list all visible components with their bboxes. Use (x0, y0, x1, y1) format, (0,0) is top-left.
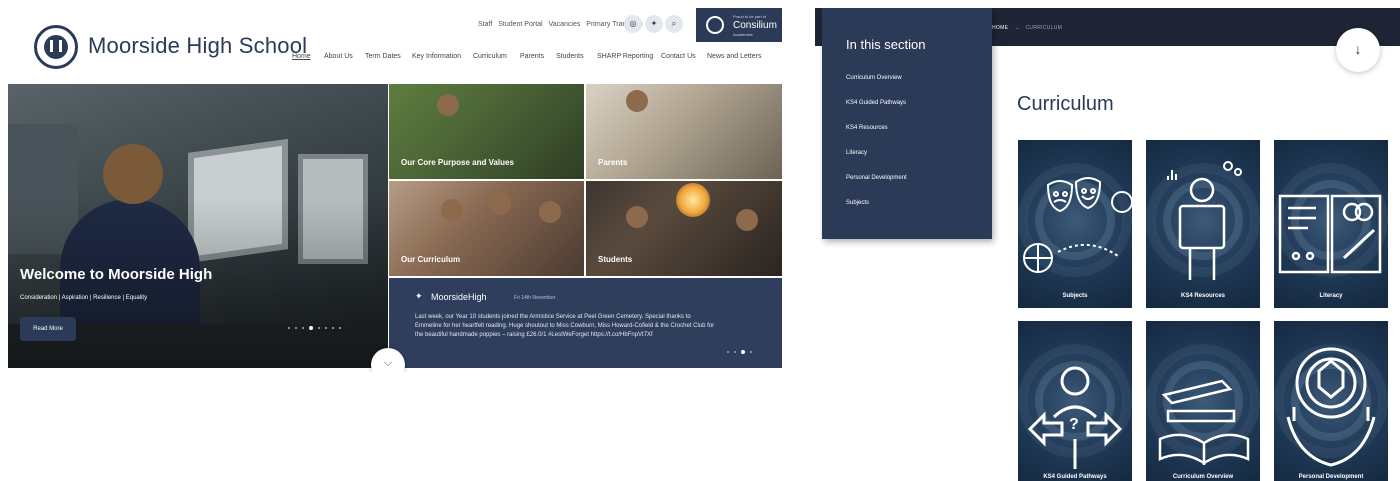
nav-term-dates[interactable]: Term Dates (365, 53, 401, 60)
tile-photo-person (626, 206, 648, 228)
slide-dot[interactable] (288, 327, 290, 329)
slide-dot[interactable] (332, 327, 334, 329)
nav-contact-us[interactable]: Contact Us (661, 53, 696, 60)
consilium-logo-icon (706, 16, 724, 34)
breadcrumb-current: CURRICULUM (1025, 25, 1063, 31)
consilium-badge[interactable]: Proud to be part of Consilium Academies (696, 8, 782, 42)
tile-photo-person (626, 90, 648, 112)
school-logo[interactable] (34, 25, 78, 69)
hero-slider: Welcome to Moorside High Consideration |… (8, 84, 388, 368)
card-curriculum-overview[interactable]: Curriculum Overview (1146, 321, 1260, 481)
card-literacy-label: Literacy (1319, 293, 1343, 299)
section-item-ks4-resources[interactable]: KS4 Resources (846, 125, 888, 131)
read-more-button[interactable]: Read More (20, 317, 76, 341)
slide-dot[interactable] (339, 327, 341, 329)
svg-text:?: ? (1069, 416, 1079, 433)
nav-students[interactable]: Students (556, 53, 584, 60)
slide-dot[interactable] (295, 327, 297, 329)
scroll-down-arrow-icon[interactable]: ↓ (1336, 28, 1380, 72)
nav-home[interactable]: Home (292, 53, 311, 60)
tweet-dot[interactable] (734, 351, 736, 353)
slide-dot[interactable] (325, 327, 327, 329)
util-link-student-portal[interactable]: Student Portal (498, 21, 542, 28)
twitter-feed: ✦ MoorsideHigh Fri 14th November Last we… (389, 278, 782, 368)
tile-photo-person (539, 201, 561, 223)
tile-parents[interactable]: Parents (586, 84, 782, 179)
section-item-curriculum-overview[interactable]: Curriculum Overview (846, 75, 902, 81)
nav-news-and-letters[interactable]: News and Letters (707, 53, 761, 60)
logo-mark-icon (50, 40, 62, 52)
tile-photo-person (736, 209, 758, 231)
tile-students[interactable]: Students (586, 181, 782, 276)
tile-parents-label: Parents (598, 158, 628, 167)
open-book-icon (1278, 194, 1382, 274)
consilium-sub: Academies (733, 32, 753, 37)
twitter-icon[interactable]: ✦ (645, 15, 663, 33)
utility-links: Staff Student Portal Vacancies Primary T… (478, 21, 647, 28)
card-ks4-guided-pathways[interactable]: ? KS4 Guided Pathways (1018, 321, 1132, 481)
section-menu-title: In this section (846, 37, 926, 52)
tweet-text: Last week, our Year 10 students joined t… (415, 314, 715, 338)
search-icon[interactable]: ⌕ (665, 15, 683, 33)
tile-core-purpose-label: Our Core Purpose and Values (401, 158, 514, 167)
util-link-staff[interactable]: Staff (478, 21, 492, 28)
tweet-dot-active[interactable] (741, 350, 745, 354)
tile-our-curriculum-label: Our Curriculum (401, 255, 461, 264)
hands-holding-crest-icon (1286, 347, 1376, 467)
card-ks4-guided-pathways-label: KS4 Guided Pathways (1043, 474, 1107, 480)
breadcrumb-arrow-icon: → (1014, 25, 1020, 31)
card-personal-development[interactable]: Personal Development (1274, 321, 1388, 481)
util-link-vacancies[interactable]: Vacancies (549, 21, 581, 28)
consilium-name: Consilium (733, 20, 777, 31)
slide-dot[interactable] (318, 327, 320, 329)
card-subjects[interactable]: Subjects (1018, 140, 1132, 308)
hero-title: Welcome to Moorside High (20, 266, 213, 283)
pathways-question-icon: ? (1027, 366, 1123, 469)
section-item-personal-development[interactable]: Personal Development (846, 175, 907, 181)
in-this-section-menu: In this section Curriculum Overview KS4 … (822, 8, 992, 239)
tile-photo-person (489, 193, 511, 215)
tile-core-purpose[interactable]: Our Core Purpose and Values (389, 84, 584, 179)
tile-photo-person (441, 199, 463, 221)
card-ks4-resources-label: KS4 Resources (1180, 293, 1226, 299)
nav-key-information[interactable]: Key Information (412, 53, 461, 60)
stack-of-books-icon (1158, 379, 1250, 465)
curriculum-page-screenshot: HOME → CURRICULUM ↓ In this section Curric… (815, 8, 1400, 481)
slide-dot[interactable] (302, 327, 304, 329)
card-personal-development-label: Personal Development (1298, 474, 1364, 480)
breadcrumb: HOME → CURRICULUM (992, 25, 1062, 31)
home-page-screenshot: Moorside High School Staff Student Porta… (0, 0, 790, 372)
card-ks4-resources[interactable]: KS4 Resources (1146, 140, 1260, 308)
person-with-shield-icon (1167, 161, 1242, 280)
slide-dot-active[interactable] (309, 326, 313, 330)
tweet-dot[interactable] (727, 351, 729, 353)
site-name[interactable]: Moorside High School (88, 33, 307, 59)
nav-sharp-reporting[interactable]: SHARP Reporting (597, 53, 653, 60)
tile-students-label: Students (598, 255, 633, 264)
nav-curriculum[interactable]: Curriculum (473, 53, 507, 60)
breadcrumb-home[interactable]: HOME (992, 25, 1008, 31)
tile-photo-flame (676, 183, 710, 217)
consilium-tagline: Proud to be part of (733, 14, 767, 19)
card-curriculum-overview-label: Curriculum Overview (1172, 474, 1234, 480)
theatre-masks-icon (1023, 177, 1132, 273)
hero-subtitle: Consideration | Aspiration | Resilience … (20, 295, 148, 301)
instagram-icon[interactable]: ◎ (624, 15, 642, 33)
card-literacy[interactable]: Literacy (1274, 140, 1388, 308)
section-item-ks4-guided-pathways[interactable]: KS4 Guided Pathways (846, 100, 906, 106)
tweet-dot[interactable] (750, 351, 752, 353)
section-item-subjects[interactable]: Subjects (846, 200, 869, 206)
twitter-bird-icon: ✦ (415, 291, 423, 301)
tweet-handle[interactable]: MoorsideHigh (431, 292, 487, 302)
tile-our-curriculum[interactable]: Our Curriculum (389, 181, 584, 276)
page-title: Curriculum (1017, 93, 1114, 115)
tweet-date: Fri 14th November (514, 295, 556, 301)
tile-photo-person (437, 94, 459, 116)
nav-about-us[interactable]: About Us (324, 53, 353, 60)
card-subjects-label: Subjects (1062, 293, 1088, 299)
section-item-literacy[interactable]: Literacy (846, 150, 867, 156)
nav-parents[interactable]: Parents (520, 53, 544, 60)
